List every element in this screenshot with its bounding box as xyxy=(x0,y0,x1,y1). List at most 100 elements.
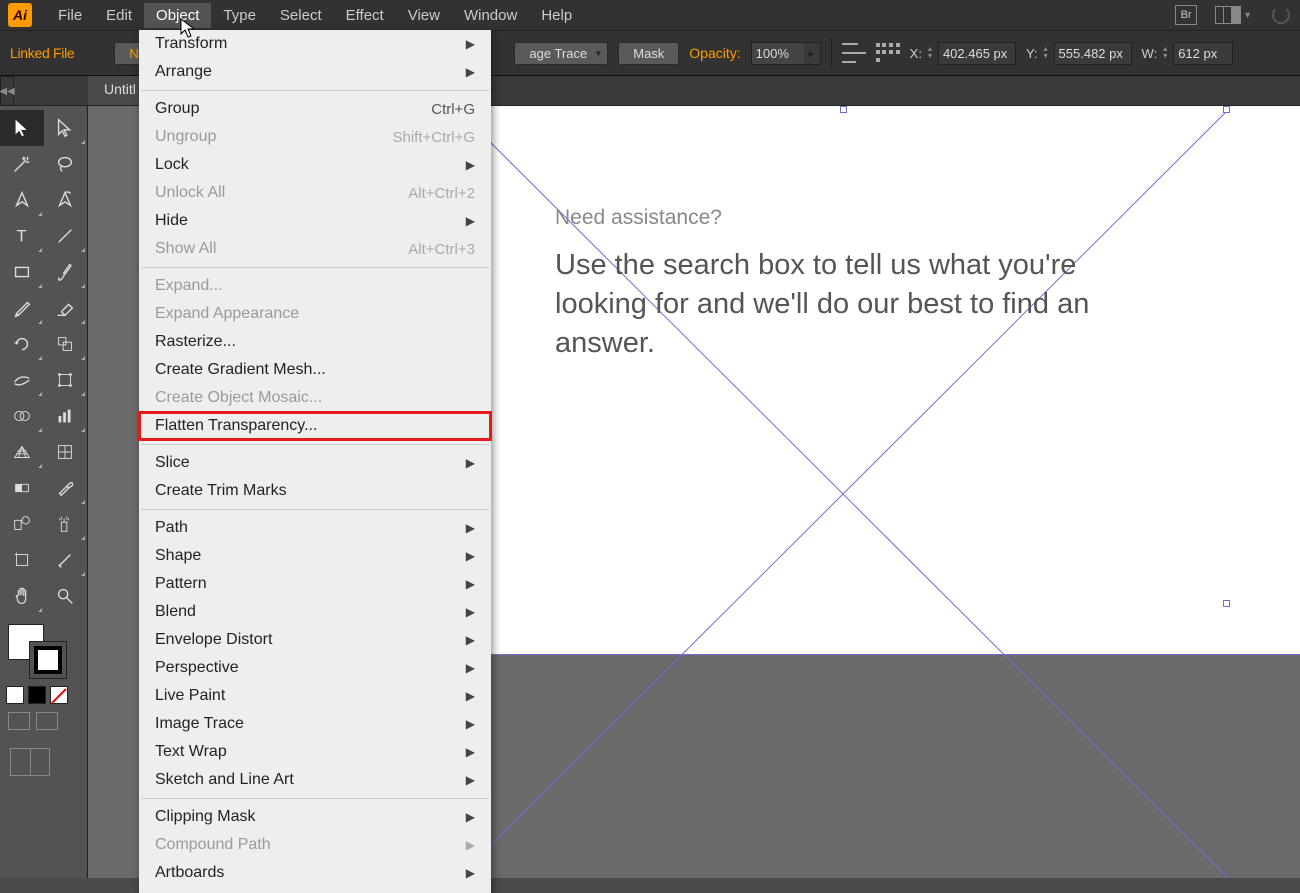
type-tool[interactable]: T xyxy=(0,218,44,254)
submenu-arrow-icon: ▶ xyxy=(466,689,475,703)
blend-tool[interactable] xyxy=(0,506,44,542)
spinner[interactable]: ▲▼ xyxy=(1040,46,1052,60)
slice-tool[interactable] xyxy=(44,542,88,578)
symbol-sprayer-tool[interactable] xyxy=(44,506,88,542)
menu-effect[interactable]: Effect xyxy=(334,3,396,28)
stroke-color-swatch[interactable] xyxy=(30,642,66,678)
gradient-tool[interactable] xyxy=(0,470,44,506)
eyedropper-tool[interactable] xyxy=(44,470,88,506)
line-tool[interactable] xyxy=(44,218,88,254)
spinner[interactable]: ▲▼ xyxy=(1159,46,1171,60)
menu-item-live-paint[interactable]: Live Paint▶ xyxy=(139,682,491,710)
w-input[interactable] xyxy=(1173,42,1233,65)
menu-item-artboards[interactable]: Artboards▶ xyxy=(139,859,491,887)
menu-item-flatten-transparency[interactable]: Flatten Transparency... xyxy=(139,412,491,440)
menu-item-label: Shape xyxy=(155,547,201,565)
rotate-tool[interactable] xyxy=(0,326,44,362)
menu-item-blend[interactable]: Blend▶ xyxy=(139,598,491,626)
color-mode-color[interactable] xyxy=(6,686,24,704)
draw-behind[interactable] xyxy=(36,712,58,730)
menu-item-label: Perspective xyxy=(155,659,239,677)
menu-item-create-gradient-mesh[interactable]: Create Gradient Mesh... xyxy=(139,356,491,384)
chevron-down-icon[interactable]: ▶ xyxy=(804,49,820,58)
object-menu-dropdown: Transform▶Arrange▶GroupCtrl+GUngroupShif… xyxy=(139,30,491,893)
direct-selection-tool[interactable] xyxy=(44,110,88,146)
menu-item-sketch-and-line-art[interactable]: Sketch and Line Art▶ xyxy=(139,766,491,794)
menu-item-expand: Expand... xyxy=(139,272,491,300)
menu-item-image-trace[interactable]: Image Trace▶ xyxy=(139,710,491,738)
rectangle-tool[interactable] xyxy=(0,254,44,290)
menu-item-slice[interactable]: Slice▶ xyxy=(139,449,491,477)
scale-tool[interactable] xyxy=(44,326,88,362)
tools-panel: T xyxy=(0,106,88,878)
x-input[interactable] xyxy=(938,42,1016,65)
menu-item-group[interactable]: GroupCtrl+G xyxy=(139,95,491,123)
w-coord-group: W: ▲▼ xyxy=(1142,42,1234,65)
curvature-tool[interactable] xyxy=(44,182,88,218)
menu-item-compound-path: Compound Path▶ xyxy=(139,831,491,859)
menu-item-shape[interactable]: Shape▶ xyxy=(139,542,491,570)
menu-item-pattern[interactable]: Pattern▶ xyxy=(139,570,491,598)
artboard-tool[interactable] xyxy=(0,542,44,578)
placed-text: Need assistance? Use the search box to t… xyxy=(555,206,1155,363)
menu-help[interactable]: Help xyxy=(529,3,584,28)
menu-item-rasterize[interactable]: Rasterize... xyxy=(139,328,491,356)
menu-item-label: Blend xyxy=(155,603,196,621)
menu-item-hide[interactable]: Hide▶ xyxy=(139,207,491,235)
workspace-layout-icon[interactable] xyxy=(1215,6,1241,24)
hand-tool[interactable] xyxy=(0,578,44,614)
artboard[interactable]: Need assistance? Use the search box to t… xyxy=(488,106,1300,654)
graph-tool[interactable] xyxy=(44,398,88,434)
menu-item-envelope-distort[interactable]: Envelope Distort▶ xyxy=(139,626,491,654)
menu-item-arrange[interactable]: Arrange▶ xyxy=(139,58,491,86)
mesh-tool[interactable] xyxy=(44,434,88,470)
zoom-tool[interactable] xyxy=(44,578,88,614)
linked-file-label: Linked File xyxy=(10,45,74,61)
align-grid-icon[interactable] xyxy=(876,43,900,63)
menu-edit[interactable]: Edit xyxy=(94,3,144,28)
selection-handle[interactable] xyxy=(840,106,847,113)
menu-item-label: Create Gradient Mesh... xyxy=(155,361,326,379)
width-tool[interactable] xyxy=(0,362,44,398)
magic-wand-tool[interactable] xyxy=(0,146,44,182)
menu-item-perspective[interactable]: Perspective▶ xyxy=(139,654,491,682)
sync-icon[interactable] xyxy=(1270,4,1292,26)
shape-builder-tool[interactable] xyxy=(0,398,44,434)
eraser-tool[interactable] xyxy=(44,290,88,326)
panel-collapse-toggle[interactable]: ◀◀ xyxy=(0,76,14,106)
menu-select[interactable]: Select xyxy=(268,3,334,28)
paintbrush-tool[interactable] xyxy=(44,254,88,290)
selection-handle[interactable] xyxy=(1223,600,1230,607)
menu-item-clipping-mask[interactable]: Clipping Mask▶ xyxy=(139,803,491,831)
perspective-grid-tool[interactable] xyxy=(0,434,44,470)
spinner[interactable]: ▲▼ xyxy=(924,46,936,60)
y-input[interactable] xyxy=(1054,42,1132,65)
menu-item-create-trim-marks[interactable]: Create Trim Marks xyxy=(139,477,491,505)
menu-object[interactable]: Object xyxy=(144,3,211,28)
chevron-down-icon[interactable]: ▼ xyxy=(1243,10,1252,20)
selection-handle[interactable] xyxy=(1223,106,1230,113)
menu-item-lock[interactable]: Lock▶ xyxy=(139,151,491,179)
draw-normal[interactable] xyxy=(8,712,30,730)
menu-view[interactable]: View xyxy=(396,3,452,28)
color-mode-gradient[interactable] xyxy=(28,686,46,704)
submenu-arrow-icon: ▶ xyxy=(466,37,475,51)
pen-tool[interactable] xyxy=(0,182,44,218)
submenu-arrow-icon: ▶ xyxy=(466,838,475,852)
opacity-input[interactable] xyxy=(752,43,804,64)
menu-item-text-wrap[interactable]: Text Wrap▶ xyxy=(139,738,491,766)
image-trace-button[interactable]: age Trace xyxy=(514,42,608,65)
menu-file[interactable]: File xyxy=(46,3,94,28)
free-transform-tool[interactable] xyxy=(44,362,88,398)
menu-item-path[interactable]: Path▶ xyxy=(139,514,491,542)
screen-mode-icon[interactable] xyxy=(10,748,50,776)
bridge-icon[interactable]: Br xyxy=(1175,5,1197,25)
pencil-tool[interactable] xyxy=(0,290,44,326)
mask-button[interactable]: Mask xyxy=(618,42,679,65)
align-stack-icon[interactable] xyxy=(842,43,866,63)
lasso-tool[interactable] xyxy=(44,146,88,182)
selection-tool[interactable] xyxy=(0,110,44,146)
menu-window[interactable]: Window xyxy=(452,3,529,28)
color-mode-none[interactable] xyxy=(50,686,68,704)
menu-type[interactable]: Type xyxy=(211,3,268,28)
